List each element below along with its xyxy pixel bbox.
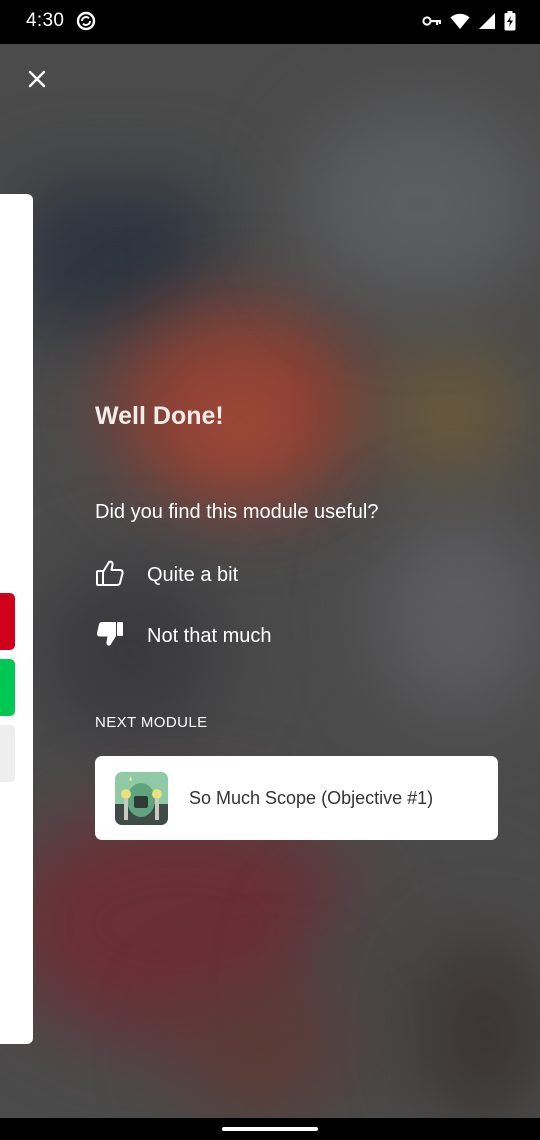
home-gesture-handle[interactable]: [222, 1127, 318, 1131]
status-icons: [422, 11, 516, 31]
close-button[interactable]: [22, 66, 52, 96]
module-thumbnail: [115, 771, 168, 825]
status-bar: 4:30: [0, 0, 540, 44]
next-module-title: So Much Scope (Objective #1): [189, 787, 434, 808]
feedback-option-quite-a-bit[interactable]: Quite a bit: [95, 558, 238, 593]
answer-indicator-red: [0, 593, 15, 650]
next-module-card[interactable]: So Much Scope (Objective #1): [95, 756, 498, 840]
sync-icon: [76, 11, 96, 31]
navigation-bar: [0, 1118, 540, 1140]
feedback-question: Did you find this module useful?: [95, 501, 379, 523]
feedback-option-label: Not that much: [147, 625, 272, 647]
status-time: 4:30: [26, 10, 65, 31]
answer-indicator-gray: [0, 725, 15, 782]
next-module-heading: NEXT MODULE: [95, 714, 208, 731]
close-icon: [27, 69, 47, 94]
signal-icon: [478, 12, 496, 30]
feedback-option-label: Quite a bit: [147, 564, 239, 586]
battery-charging-icon: [504, 11, 516, 31]
vpn-key-icon: [422, 14, 442, 28]
wifi-icon: [450, 12, 470, 30]
thumbs-up-icon: [95, 558, 125, 593]
thumbs-down-icon: [95, 619, 125, 654]
feedback-option-not-that-much[interactable]: Not that much: [95, 619, 272, 654]
blurred-background: [0, 44, 540, 1118]
completion-title: Well Done!: [95, 402, 224, 430]
answer-indicator-green: [0, 659, 15, 716]
